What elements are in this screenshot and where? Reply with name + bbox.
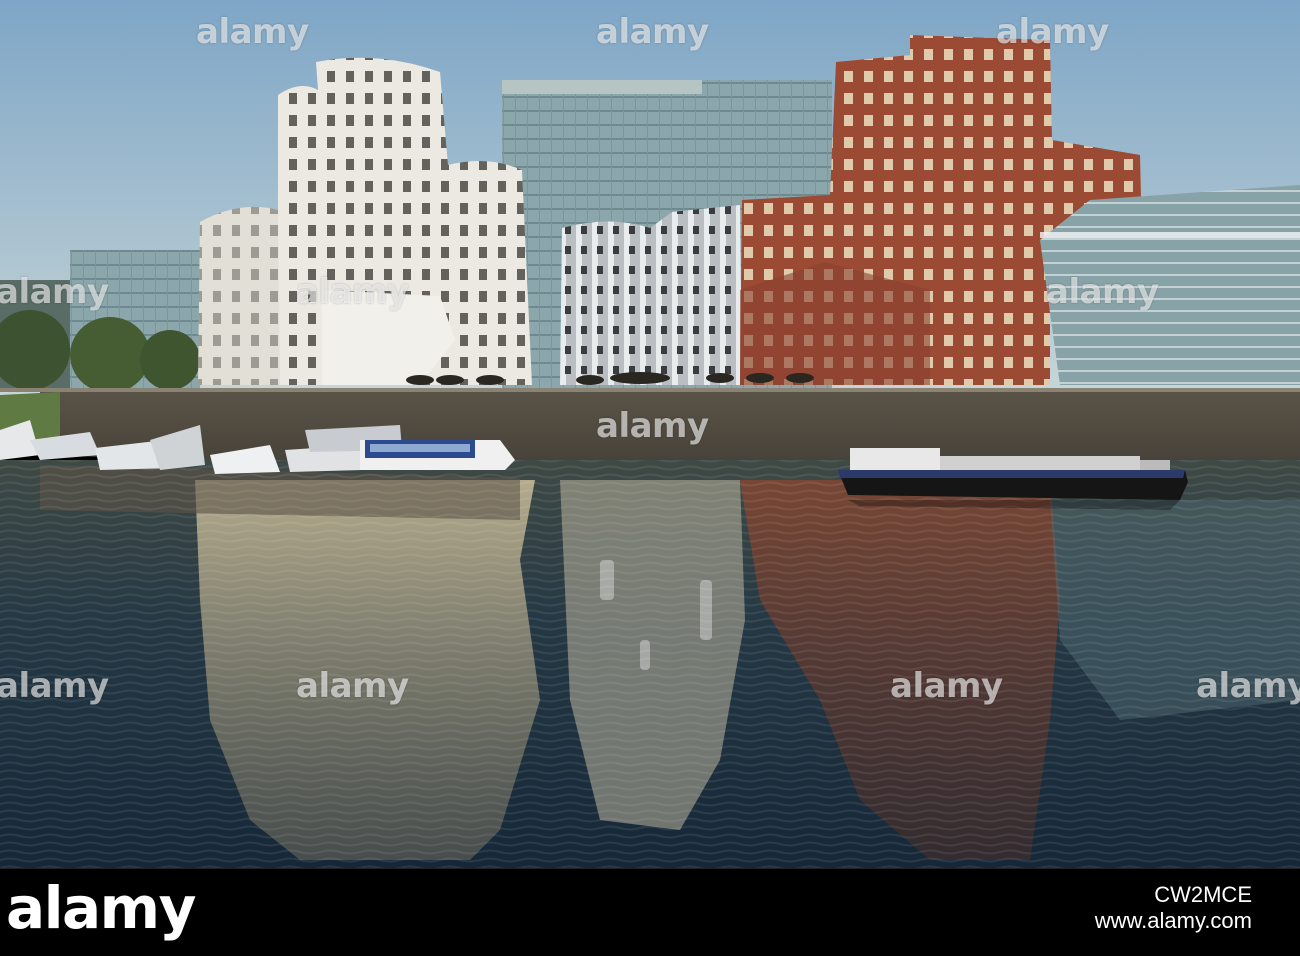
stock-footer-bar: alamy CW2MCE www.alamy.com xyxy=(0,868,1300,956)
image-id: CW2MCE xyxy=(1154,882,1252,907)
glass-building-right xyxy=(1040,185,1300,385)
site-url: www.alamy.com xyxy=(1094,908,1252,933)
steel-gehry-building xyxy=(560,205,742,385)
harbor-scene-illustration xyxy=(0,0,1300,868)
footer-divider xyxy=(0,868,1300,869)
alamy-logo: alamy xyxy=(6,874,196,942)
harbor-photo: alamy alamy alamy alamy alamy alamy alam… xyxy=(0,0,1300,868)
photo-page: alamy alamy alamy alamy alamy alamy alam… xyxy=(0,0,1300,956)
image-id-block: CW2MCE www.alamy.com xyxy=(1095,882,1252,934)
